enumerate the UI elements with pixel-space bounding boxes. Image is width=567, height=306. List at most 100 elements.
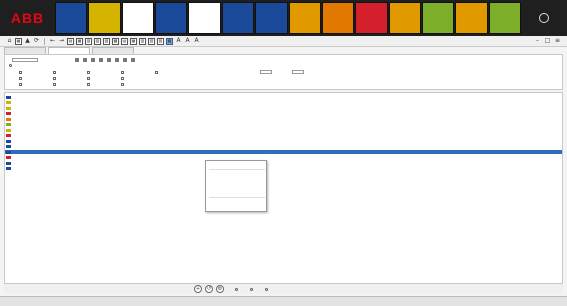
event-list-screen: ABB ⌂ ▦ ▲ ⟳ ← → ▤ ▦ ▥ ▧ ▨ ▩ ▤ ▦ ▥ ▧ ▨ ▩ … bbox=[0, 0, 567, 306]
filter-option[interactable] bbox=[121, 77, 125, 81]
status-tile-12[interactable] bbox=[421, 2, 455, 34]
event-row[interactable] bbox=[5, 117, 562, 121]
text-size-icon-2[interactable]: A bbox=[184, 38, 191, 45]
display-icon-3[interactable]: ▥ bbox=[85, 37, 92, 45]
status-tile-14[interactable] bbox=[488, 2, 522, 34]
event-row[interactable] bbox=[5, 134, 562, 138]
tab-2[interactable] bbox=[48, 47, 90, 54]
bottom-option-1[interactable] bbox=[235, 287, 239, 291]
bottom-option-2[interactable] bbox=[250, 287, 254, 291]
window-icon[interactable]: □ bbox=[544, 38, 551, 45]
event-row[interactable] bbox=[5, 161, 562, 165]
display-icon-8[interactable]: ▦ bbox=[130, 37, 137, 45]
preset-icon-5[interactable] bbox=[107, 58, 111, 62]
tab-1[interactable] bbox=[4, 47, 46, 54]
filter-option[interactable] bbox=[87, 77, 91, 81]
event-row[interactable] bbox=[5, 150, 562, 154]
filter-option[interactable] bbox=[53, 71, 57, 75]
context-menu-divider bbox=[209, 197, 265, 198]
severity-indicator bbox=[6, 150, 11, 154]
display-icon-2[interactable]: ▦ bbox=[76, 37, 83, 45]
home-icon[interactable]: ⌂ bbox=[6, 38, 13, 45]
text-size-icon-3[interactable]: A bbox=[193, 38, 200, 45]
top-right-controls bbox=[521, 0, 567, 36]
filter-option[interactable] bbox=[121, 83, 125, 87]
severity-indicator bbox=[6, 101, 11, 104]
filter-extra bbox=[260, 70, 304, 74]
filter-option[interactable] bbox=[53, 77, 57, 81]
filter-option[interactable] bbox=[87, 83, 91, 87]
filter-option[interactable] bbox=[87, 71, 91, 75]
display-icon-1[interactable]: ▤ bbox=[67, 37, 74, 45]
bottom-option-3[interactable] bbox=[265, 287, 269, 291]
severity-indicator bbox=[6, 106, 11, 110]
status-tile-10[interactable] bbox=[355, 2, 388, 34]
severity-indicator bbox=[6, 112, 11, 115]
minimize-icon[interactable]: – bbox=[534, 38, 541, 45]
filter-option[interactable] bbox=[19, 77, 23, 81]
display-icon-6[interactable]: ▩ bbox=[112, 37, 119, 45]
display-icon-active[interactable]: ▩ bbox=[166, 37, 173, 45]
filter-option[interactable] bbox=[155, 71, 159, 75]
display-icon-11[interactable]: ▨ bbox=[157, 37, 164, 45]
severity-indicator bbox=[6, 167, 11, 170]
preset-icon-7[interactable] bbox=[123, 58, 127, 62]
severity-indicator bbox=[6, 123, 11, 126]
preset-icon-8[interactable] bbox=[131, 58, 135, 62]
status-tile-13[interactable] bbox=[455, 2, 488, 34]
preset-icon-4[interactable] bbox=[99, 58, 103, 62]
filter-option[interactable] bbox=[19, 83, 23, 87]
status-tile-1[interactable] bbox=[55, 2, 88, 34]
filter-option[interactable] bbox=[19, 71, 23, 75]
event-row[interactable] bbox=[5, 112, 562, 116]
overview-icon[interactable]: ▦ bbox=[15, 37, 22, 45]
power-icon[interactable] bbox=[539, 13, 549, 23]
status-tile-2[interactable] bbox=[88, 2, 121, 34]
toolbar-right: – □ ≡ bbox=[534, 38, 567, 45]
event-row[interactable] bbox=[5, 95, 562, 99]
filter-extra-field-2[interactable] bbox=[292, 70, 304, 74]
status-tile-3[interactable] bbox=[121, 2, 155, 34]
event-row[interactable] bbox=[5, 106, 562, 110]
filter-option[interactable] bbox=[121, 71, 125, 75]
event-row[interactable] bbox=[5, 101, 562, 105]
filter-extra-field-1[interactable] bbox=[260, 70, 272, 74]
event-row[interactable] bbox=[5, 145, 562, 149]
preset-icon-2[interactable] bbox=[83, 58, 87, 62]
text-size-icon-1[interactable]: A bbox=[175, 38, 182, 45]
bottom-controls: + ↺ ⚙ bbox=[4, 284, 563, 294]
status-tile-7[interactable] bbox=[255, 2, 288, 34]
alarm-icon[interactable]: ▲ bbox=[24, 38, 31, 45]
event-row[interactable] bbox=[5, 156, 562, 160]
status-tile-8[interactable] bbox=[288, 2, 321, 34]
display-icon-5[interactable]: ▨ bbox=[103, 37, 110, 45]
display-icon-10[interactable]: ▧ bbox=[148, 37, 155, 45]
forward-arrow-icon[interactable]: → bbox=[58, 38, 65, 45]
display-icon-4[interactable]: ▧ bbox=[94, 37, 101, 45]
reset-icon[interactable]: ↺ bbox=[205, 285, 213, 293]
menu-icon[interactable]: ≡ bbox=[554, 38, 561, 45]
preset-icon-3[interactable] bbox=[91, 58, 95, 62]
event-row[interactable] bbox=[5, 128, 562, 132]
status-tile-4[interactable] bbox=[155, 2, 188, 34]
display-icon-9[interactable]: ▥ bbox=[139, 37, 146, 45]
status-tile-9[interactable] bbox=[321, 2, 355, 34]
settings-icon[interactable]: ⚙ bbox=[216, 285, 224, 293]
event-row[interactable] bbox=[5, 123, 562, 127]
tab-3[interactable] bbox=[92, 47, 134, 54]
back-arrow-icon[interactable]: ← bbox=[49, 38, 56, 45]
time-input[interactable] bbox=[12, 58, 38, 62]
event-row[interactable] bbox=[5, 139, 562, 143]
status-tile-5[interactable] bbox=[188, 2, 221, 34]
status-tile-6[interactable] bbox=[221, 2, 255, 34]
filter-option[interactable] bbox=[53, 83, 57, 87]
status-tile-11[interactable] bbox=[388, 2, 421, 34]
preset-icon-6[interactable] bbox=[115, 58, 119, 62]
preset-icon-1[interactable] bbox=[75, 58, 79, 62]
severity-indicator bbox=[6, 128, 11, 132]
display-icon-7[interactable]: ▤ bbox=[121, 37, 128, 45]
refresh-icon[interactable]: ⟳ bbox=[33, 38, 40, 45]
event-row[interactable] bbox=[5, 167, 562, 171]
priority-radio[interactable] bbox=[9, 64, 12, 67]
zoom-in-icon[interactable]: + bbox=[194, 285, 202, 293]
